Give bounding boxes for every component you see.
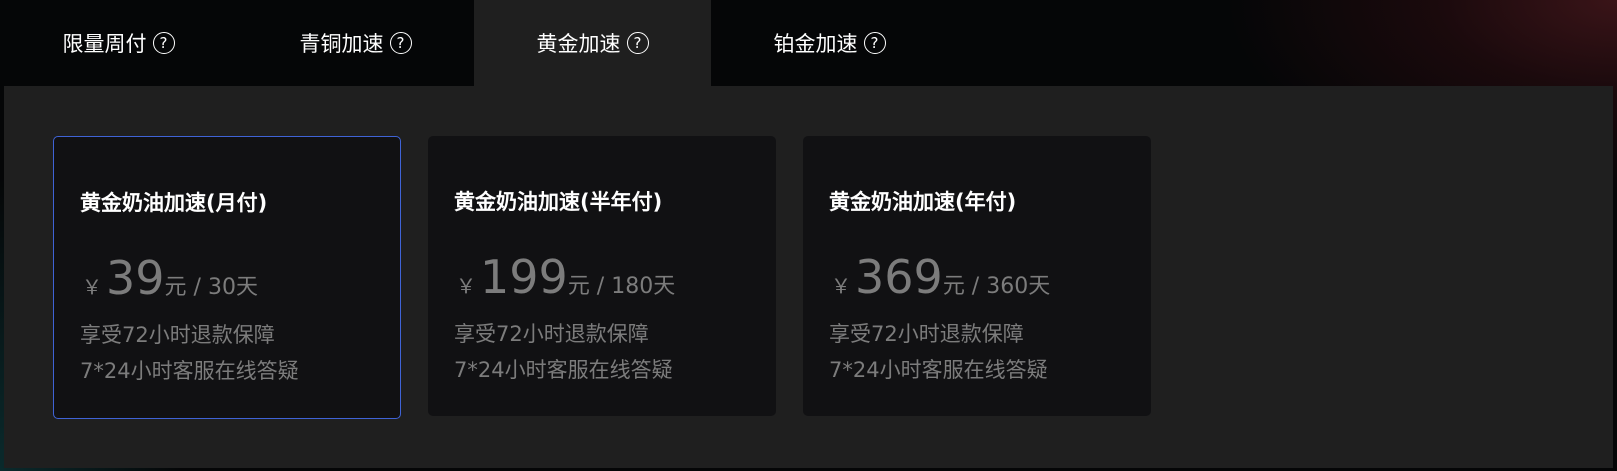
plans-panel: 黄金奶油加速(月付) ￥ 39 元 / 30天 享受72小时退款保障 7*24小… xyxy=(4,86,1613,468)
plan-card-yearly[interactable]: 黄金奶油加速(年付) ￥ 369 元 / 360天 享受72小时退款保障 7*2… xyxy=(803,136,1151,416)
tab-limited-weekly[interactable]: 限量周付 ? xyxy=(0,0,237,86)
help-icon[interactable]: ? xyxy=(626,32,649,54)
help-icon[interactable]: ? xyxy=(152,32,175,54)
plan-title: 黄金奶油加速(年付) xyxy=(829,190,1017,214)
plan-feature: 享受72小时退款保障 xyxy=(80,323,275,347)
currency-symbol: ￥ xyxy=(831,274,851,298)
plan-card-monthly[interactable]: 黄金奶油加速(月付) ￥ 39 元 / 30天 享受72小时退款保障 7*24小… xyxy=(53,136,401,419)
tab-label: 限量周付 xyxy=(62,32,147,56)
tab-bronze[interactable]: 青铜加速 ? xyxy=(237,0,474,86)
plan-title: 黄金奶油加速(半年付) xyxy=(454,190,663,214)
tab-label: 青铜加速 xyxy=(299,32,384,56)
plan-card-half-year[interactable]: 黄金奶油加速(半年付) ￥ 199 元 / 180天 享受72小时退款保障 7*… xyxy=(428,136,776,416)
plan-feature: 7*24小时客服在线答疑 xyxy=(829,358,1048,382)
plan-price: ￥ 369 元 / 360天 xyxy=(831,254,1050,300)
currency-symbol: ￥ xyxy=(456,274,476,298)
plan-feature: 7*24小时客服在线答疑 xyxy=(454,358,673,382)
plan-selector-page: 限量周付 ? 青铜加速 ? 黄金加速 ? 铂金加速 ? 黄金奶油加速(月付) ￥… xyxy=(0,0,1617,471)
plan-title: 黄金奶油加速(月付) xyxy=(80,191,268,215)
plan-feature: 7*24小时客服在线答疑 xyxy=(80,359,299,383)
plan-feature: 享受72小时退款保障 xyxy=(454,322,649,346)
currency-symbol: ￥ xyxy=(82,275,102,299)
price-amount: 369 xyxy=(855,250,943,304)
plan-price: ￥ 199 元 / 180天 xyxy=(456,254,675,300)
tab-gold[interactable]: 黄金加速 ? xyxy=(474,0,711,86)
plan-price: ￥ 39 元 / 30天 xyxy=(82,255,258,301)
tab-platinum[interactable]: 铂金加速 ? xyxy=(711,0,948,86)
price-unit: 元 / 180天 xyxy=(567,274,676,299)
price-unit: 元 / 30天 xyxy=(164,275,258,300)
help-icon[interactable]: ? xyxy=(389,32,412,54)
price-amount: 199 xyxy=(480,250,568,304)
price-unit: 元 / 360天 xyxy=(942,274,1051,299)
plan-tier-tabs: 限量周付 ? 青铜加速 ? 黄金加速 ? 铂金加速 ? xyxy=(0,0,1617,86)
tab-label: 铂金加速 xyxy=(773,32,858,56)
plan-feature: 享受72小时退款保障 xyxy=(829,322,1024,346)
tab-label: 黄金加速 xyxy=(536,32,621,56)
price-amount: 39 xyxy=(106,251,165,305)
help-icon[interactable]: ? xyxy=(863,32,886,54)
